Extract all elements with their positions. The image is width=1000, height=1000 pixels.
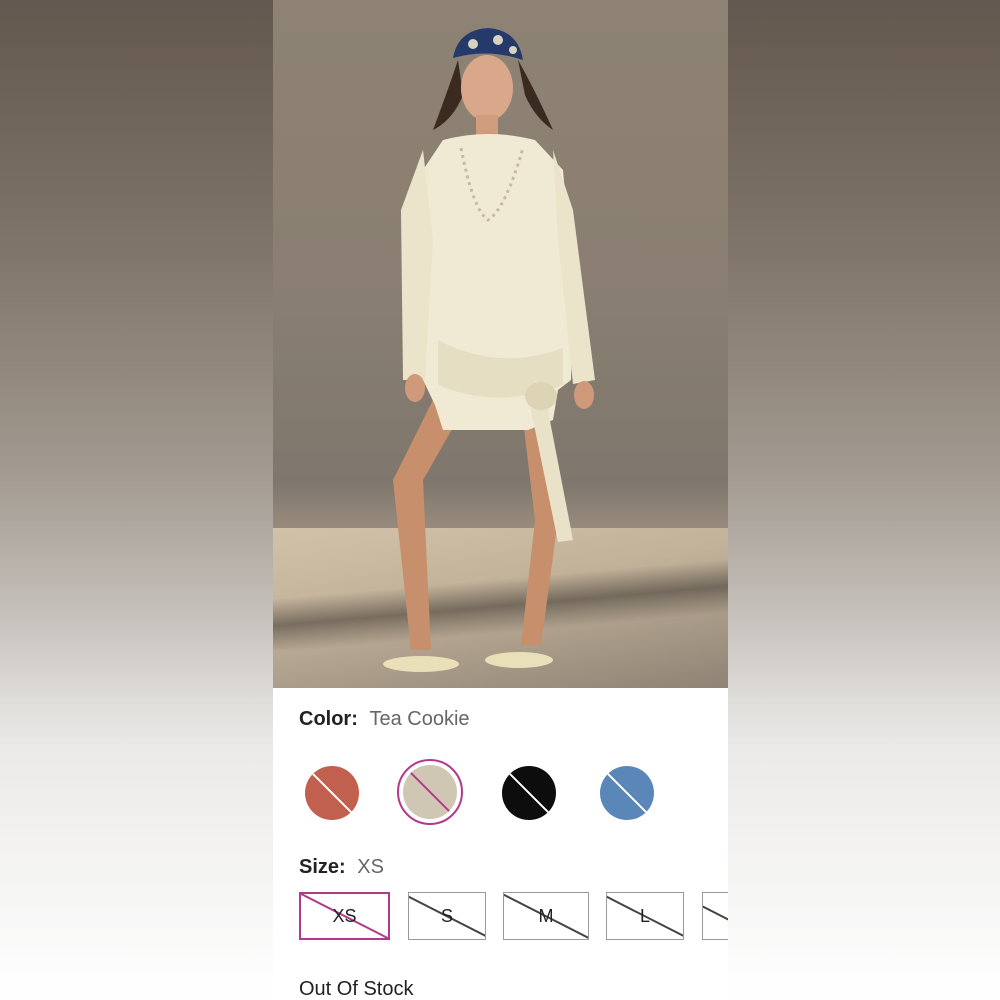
- product-options: Color: Tea Cookie Size: XS XS S M L Out …: [273, 688, 728, 1000]
- unavailable-slash: [600, 766, 654, 820]
- size-option-label: L: [639, 905, 650, 926]
- size-option-xs[interactable]: XS: [299, 892, 390, 940]
- size-label: Size:: [299, 856, 346, 878]
- size-option-l[interactable]: L: [606, 892, 684, 940]
- model-figure: [383, 28, 595, 672]
- size-option-label: M: [538, 905, 554, 926]
- size-option-s[interactable]: S: [408, 892, 486, 940]
- size-label-row: Size: XS: [299, 856, 384, 879]
- stock-status: Out Of Stock: [299, 978, 414, 1000]
- selected-size-value: XS: [357, 856, 384, 878]
- swatch-blue[interactable]: [600, 766, 654, 820]
- unavailable-slash: [305, 766, 359, 820]
- product-photo[interactable]: [273, 0, 728, 688]
- swatch-terracotta[interactable]: [305, 766, 359, 820]
- unavailable-slash: [403, 765, 457, 819]
- selected-color-value: Tea Cookie: [369, 708, 470, 730]
- swatch-black[interactable]: [502, 766, 556, 820]
- color-label: Color:: [299, 708, 358, 730]
- unavailable-slash: [502, 766, 556, 820]
- product-screen: Color: Tea Cookie Size: XS XS S M L Out …: [273, 0, 728, 1000]
- swatch-tea-cookie[interactable]: [403, 765, 457, 819]
- color-label-row: Color: Tea Cookie: [299, 708, 470, 731]
- size-option-m[interactable]: M: [503, 892, 589, 940]
- unavailable-slash: [703, 901, 728, 931]
- size-option-next[interactable]: [702, 892, 728, 940]
- size-option-label: S: [440, 905, 453, 926]
- size-option-label: XS: [332, 905, 357, 926]
